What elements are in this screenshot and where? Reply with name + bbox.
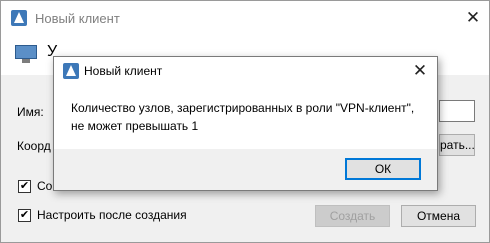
dialog-titlebar: Новый клиент ✕ — [54, 57, 437, 85]
cancel-button[interactable]: Отмена — [401, 205, 476, 227]
checkbox-1[interactable]: ✔ — [18, 180, 31, 193]
browse-button[interactable]: рать... — [439, 134, 475, 156]
coordinates-label: Коорд — [17, 139, 51, 153]
dialog-message: Количество узлов, зарегистрированных в р… — [71, 101, 415, 133]
ok-button[interactable]: ОК — [345, 158, 421, 180]
checkbox-1-label: Со — [37, 179, 53, 193]
app-logo-icon — [11, 10, 27, 26]
computer-icon — [15, 45, 37, 63]
create-button[interactable]: Создать — [315, 205, 390, 227]
configure-after-create-checkbox[interactable]: ✔ — [18, 209, 31, 222]
dialog-title: Новый клиент — [84, 64, 163, 78]
main-window-title: Новый клиент — [35, 11, 120, 26]
close-icon[interactable]: ✕ — [410, 61, 430, 81]
name-label: Имя: — [17, 105, 44, 119]
configure-after-create-label: Настроить после создания — [37, 208, 187, 222]
dialog-body: Количество узлов, зарегистрированных в р… — [54, 85, 437, 149]
message-dialog: Новый клиент ✕ Количество узлов, зарегис… — [53, 56, 438, 191]
close-icon[interactable]: ✕ — [463, 8, 483, 28]
app-logo-icon — [63, 63, 79, 79]
name-field[interactable] — [439, 100, 475, 122]
main-titlebar: Новый клиент ✕ — [1, 1, 489, 35]
